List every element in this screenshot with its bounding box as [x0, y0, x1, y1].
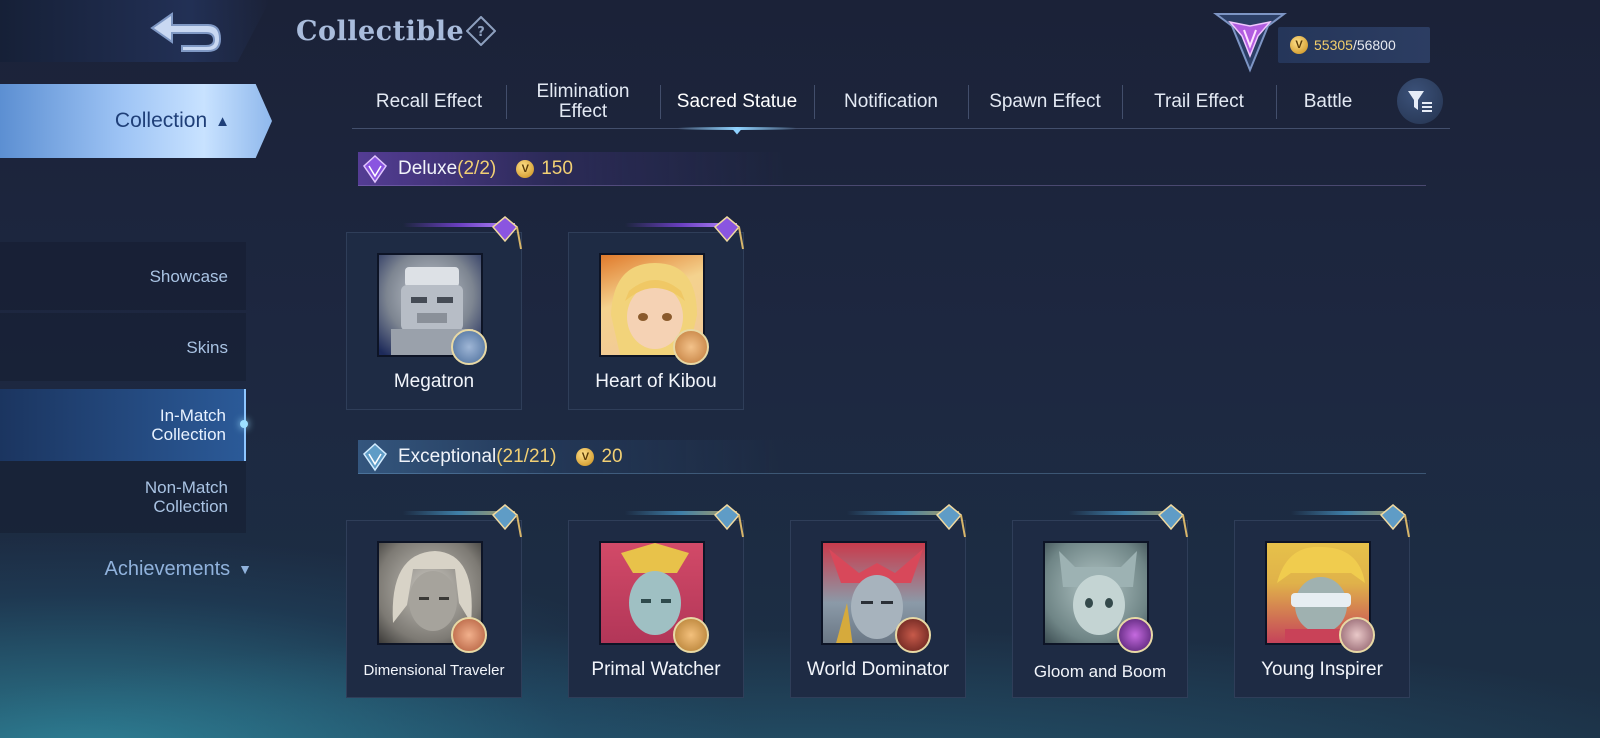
tab-label: Trail Effect: [1154, 90, 1244, 112]
tab-spawn-effect[interactable]: Spawn Effect: [968, 75, 1122, 129]
tab-sacred-statue[interactable]: Sacred Statue: [660, 75, 814, 135]
sidebar-item-showcase[interactable]: Showcase: [0, 242, 246, 310]
card-name: Dimensional Traveler: [363, 662, 505, 679]
active-tab-indicator: [732, 128, 742, 135]
card-name: World Dominator: [806, 659, 950, 680]
points-current: 55305: [1314, 37, 1353, 53]
tab-battle[interactable]: Battle: [1276, 75, 1380, 129]
tab-trail-effect[interactable]: Trail Effect: [1122, 75, 1276, 129]
hero-avatar-icon: [673, 617, 709, 653]
section-count: (2/2): [457, 157, 497, 179]
hero-avatar-icon: [1339, 617, 1375, 653]
collectible-card-heart-of-kibou[interactable]: Heart of Kibou: [568, 216, 744, 410]
sidebar-collection-button[interactable]: Collection ▲: [0, 84, 272, 158]
tab-label: Elimination Effect: [536, 80, 630, 122]
deluxe-gem-icon: [363, 154, 387, 183]
tab-label: Spawn Effect: [989, 90, 1101, 112]
collection-points: V 55305/56800: [1278, 27, 1430, 63]
section-price: V 150: [516, 158, 573, 180]
card-name: Young Inspirer: [1261, 659, 1383, 680]
collectible-card-primal-watcher[interactable]: Primal Watcher: [568, 504, 744, 698]
tab-elimination-effect[interactable]: Elimination Effect: [506, 75, 660, 129]
back-arrow-icon: [150, 12, 222, 52]
sidebar-achievements-label: Achievements: [104, 557, 231, 580]
hero-avatar-icon: [451, 617, 487, 653]
tab-label: Battle: [1303, 90, 1353, 112]
collectible-card-young-inspirer[interactable]: Young Inspirer: [1234, 504, 1410, 698]
hero-avatar-icon: [1117, 617, 1153, 653]
sidebar-item-label: Skins: [186, 337, 228, 357]
card-name: Megatron: [393, 371, 475, 392]
sidebar-item-skins[interactable]: Skins: [0, 313, 246, 381]
exceptional-gem-icon: [935, 504, 966, 538]
collectible-card-world-dominator[interactable]: World Dominator: [790, 504, 966, 698]
sidebar-collection-label: Collection: [114, 109, 208, 132]
active-indicator-dot: [240, 420, 248, 428]
tab-bar: Recall Effect Elimination Effect Sacred …: [352, 75, 1450, 135]
section-price-value: 20: [601, 445, 623, 467]
collection-coin-icon: V: [1290, 36, 1308, 54]
collection-coin-icon: V: [516, 159, 535, 178]
sidebar: Collection ▲ Showcase Skins In-Match Col…: [0, 84, 280, 580]
page-title: Collectible: [296, 16, 465, 47]
exceptional-gem-icon: [1157, 504, 1188, 538]
tab-label: Recall Effect: [375, 90, 483, 112]
deluxe-gem-icon: [713, 216, 744, 250]
exceptional-gem-icon: [713, 504, 744, 538]
collectible-card-dimensional-traveler[interactable]: Dimensional Traveler: [346, 504, 522, 698]
back-button[interactable]: [0, 0, 270, 62]
sidebar-item-non-match-collection[interactable]: Non-Match Collection: [0, 461, 246, 533]
section-price: V 20: [576, 445, 623, 468]
tab-notification[interactable]: Notification: [814, 75, 968, 129]
hero-avatar-icon: [895, 617, 931, 653]
section-header-exceptional: Exceptional (21/21) V 20: [358, 440, 1426, 474]
sidebar-item-label: Showcase: [149, 266, 228, 286]
section-label: Exceptional: [398, 445, 497, 467]
collectible-card-gloom-and-boom[interactable]: Gloom and Boom: [1012, 504, 1188, 698]
tab-label: Notification: [844, 90, 938, 112]
filter-button[interactable]: [1397, 78, 1443, 124]
tab-recall-effect[interactable]: Recall Effect: [352, 75, 506, 129]
svg-text:?: ?: [477, 25, 485, 40]
card-name: Heart of Kibou: [595, 371, 717, 392]
exceptional-gem-icon: [1379, 504, 1410, 538]
sidebar-item-label: In-Match Collection: [151, 406, 226, 444]
chevron-up-icon: ▲: [215, 112, 230, 130]
exceptional-gem-icon: [363, 442, 387, 471]
help-icon[interactable]: ?: [465, 15, 497, 47]
chevron-down-icon: ▼: [238, 561, 252, 577]
sidebar-item-label: Non-Match Collection: [144, 478, 228, 516]
section-price-value: 150: [541, 157, 573, 179]
deluxe-gem-icon: [491, 216, 522, 250]
sidebar-achievements-button[interactable]: Achievements ▼: [0, 554, 252, 584]
exceptional-gem-icon: [491, 504, 522, 538]
tab-label: Sacred Statue: [676, 90, 798, 112]
card-name: Gloom and Boom: [1033, 662, 1167, 681]
hero-avatar-icon: [673, 329, 709, 365]
points-max: 56800: [1356, 37, 1396, 53]
hero-avatar-icon: [451, 329, 487, 365]
collection-coin-icon: V: [576, 447, 595, 466]
sidebar-item-in-match-collection[interactable]: In-Match Collection: [0, 389, 246, 461]
section-header-deluxe: Deluxe (2/2) V 150: [358, 152, 1426, 186]
collectible-card-megatron[interactable]: Megatron: [346, 216, 522, 410]
section-count: (21/21): [496, 445, 557, 467]
filter-icon: [1408, 91, 1432, 112]
section-label: Deluxe: [398, 157, 458, 179]
card-name: Primal Watcher: [591, 659, 721, 680]
